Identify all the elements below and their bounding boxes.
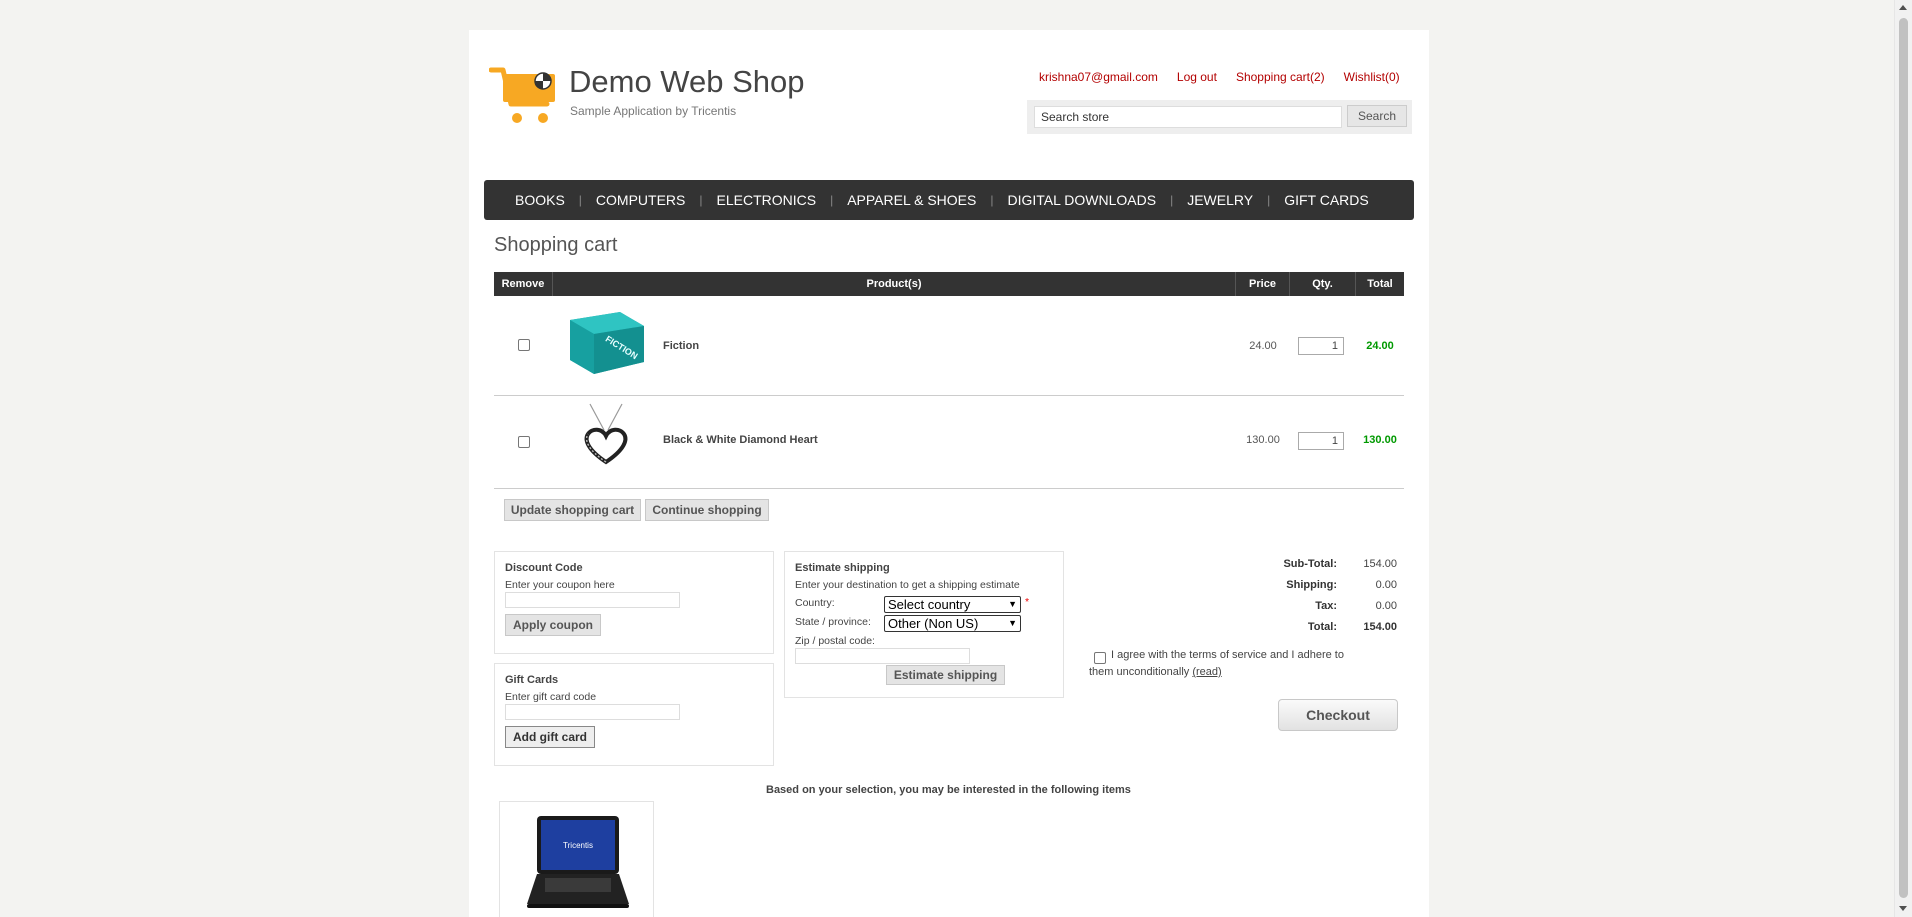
country-select-value: Select country xyxy=(888,597,971,612)
menu-separator: | xyxy=(990,193,994,207)
qty-input[interactable]: 1 xyxy=(1298,337,1344,355)
scrollbar-thumb[interactable] xyxy=(1899,18,1908,898)
cart-row: FICTION Fiction 24.00 1 24.00 xyxy=(494,296,1404,396)
unit-price: 130.00 xyxy=(1246,434,1280,446)
page-scrollbar[interactable] xyxy=(1894,0,1912,917)
shipping-value: 0.00 xyxy=(1375,579,1397,591)
terms-text: I agree with the terms of service and I … xyxy=(1089,647,1369,681)
menu-separator: | xyxy=(1170,193,1174,207)
discount-title: Discount Code xyxy=(505,562,583,574)
state-label: State / province: xyxy=(795,616,871,628)
country-label: Country: xyxy=(795,597,835,609)
menu-electronics[interactable]: ELECTRONICS xyxy=(717,192,817,208)
wishlist-link[interactable]: Wishlist(0) xyxy=(1344,70,1400,84)
cart-row: Black & White Diamond Heart 130.00 1 130… xyxy=(494,396,1404,489)
site-subtitle: Sample Application by Tricentis xyxy=(570,104,737,118)
menu-separator: | xyxy=(578,193,582,207)
total-value: 154.00 xyxy=(1363,621,1397,633)
menu-books[interactable]: BOOKS xyxy=(515,192,565,208)
qty-input[interactable]: 1 xyxy=(1298,432,1344,450)
giftcard-input[interactable] xyxy=(505,704,680,720)
add-giftcard-button[interactable]: Add gift card xyxy=(505,726,595,748)
cart-logo-icon[interactable] xyxy=(488,66,557,131)
logout-link[interactable]: Log out xyxy=(1177,70,1217,84)
chevron-down-icon: ▼ xyxy=(1008,618,1017,628)
remove-checkbox[interactable] xyxy=(518,339,530,351)
scroll-up-icon[interactable] xyxy=(1899,5,1907,10)
discount-box: Discount Code Enter your coupon here App… xyxy=(494,551,774,654)
state-select[interactable]: Other (Non US) ▼ xyxy=(884,615,1021,632)
total-label: Total: xyxy=(1307,621,1337,633)
giftcard-box: Gift Cards Enter gift card code Add gift… xyxy=(494,663,774,766)
zip-input[interactable] xyxy=(795,648,970,664)
shopping-cart-link[interactable]: Shopping cart(2) xyxy=(1236,70,1325,84)
search-input[interactable]: Search store xyxy=(1034,106,1342,128)
diamond-heart-image[interactable] xyxy=(578,402,634,473)
required-mark: * xyxy=(1025,596,1030,608)
country-select[interactable]: Select country ▼ xyxy=(884,596,1021,613)
row-subtotal: 24.00 xyxy=(1366,340,1394,352)
terms-read-link[interactable]: (read) xyxy=(1192,666,1221,678)
account-link[interactable]: krishna07@gmail.com xyxy=(1039,70,1158,84)
update-cart-button[interactable]: Update shopping cart xyxy=(504,499,641,521)
giftcard-hint: Enter gift card code xyxy=(505,691,597,703)
state-select-value: Other (Non US) xyxy=(888,616,979,631)
page-title: Shopping cart xyxy=(494,234,618,256)
discount-hint: Enter your coupon here xyxy=(505,579,615,591)
remove-checkbox[interactable] xyxy=(518,436,530,448)
subtotal-value: 154.00 xyxy=(1363,558,1397,570)
search-box: Search store Search xyxy=(1027,100,1412,134)
menu-separator: | xyxy=(699,193,703,207)
header-links: krishna07@gmail.com Log out Shopping cart(… xyxy=(1039,70,1400,84)
col-price: Price xyxy=(1236,272,1290,296)
top-menu: BOOKS | COMPUTERS | ELECTRONICS | APPARE… xyxy=(484,180,1414,220)
scroll-down-icon[interactable] xyxy=(1899,906,1907,911)
estimate-shipping-button[interactable]: Estimate shipping xyxy=(886,665,1005,685)
menu-computers[interactable]: COMPUTERS xyxy=(596,192,685,208)
fiction-book-image[interactable]: FICTION xyxy=(568,310,646,381)
apply-coupon-button[interactable]: Apply coupon xyxy=(505,614,601,636)
menu-separator: | xyxy=(830,193,834,207)
laptop-image[interactable]: Tricentis xyxy=(525,814,631,917)
product-name-link[interactable]: Fiction xyxy=(663,340,699,352)
site-title[interactable]: Demo Web Shop xyxy=(569,64,805,100)
chevron-down-icon: ▼ xyxy=(1008,599,1017,609)
checkout-button[interactable]: Checkout xyxy=(1278,699,1398,731)
col-remove: Remove xyxy=(494,272,553,296)
shipping-hint: Enter your destination to get a shipping… xyxy=(795,579,1020,591)
giftcard-title: Gift Cards xyxy=(505,674,559,686)
row-subtotal: 130.00 xyxy=(1363,434,1397,446)
search-button[interactable]: Search xyxy=(1347,105,1407,127)
master-wrapper: Demo Web Shop Sample Application by Tric… xyxy=(469,30,1429,917)
subtotal-label: Sub-Total: xyxy=(1283,558,1337,570)
col-products: Product(s) xyxy=(553,272,1236,296)
menu-gift-cards[interactable]: GIFT CARDS xyxy=(1284,192,1369,208)
menu-apparel-shoes[interactable]: APPAREL & SHOES xyxy=(847,192,976,208)
shipping-label: Shipping: xyxy=(1286,579,1337,591)
continue-shopping-button[interactable]: Continue shopping xyxy=(645,499,769,521)
unit-price: 24.00 xyxy=(1249,340,1277,352)
crosssell-title: Based on your selection, you may be inte… xyxy=(766,784,1131,796)
shipping-box: Estimate shipping Enter your destination… xyxy=(784,551,1064,698)
tax-value: 0.00 xyxy=(1375,600,1397,612)
tax-label: Tax: xyxy=(1315,600,1337,612)
zip-label: Zip / postal code: xyxy=(795,635,875,647)
crosssell-product: Tricentis xyxy=(499,801,654,917)
col-qty: Qty. xyxy=(1290,272,1356,296)
menu-digital-downloads[interactable]: DIGITAL DOWNLOADS xyxy=(1008,192,1157,208)
svg-text:Tricentis: Tricentis xyxy=(563,841,593,850)
menu-separator: | xyxy=(1267,193,1271,207)
cart-table-header: Remove Product(s) Price Qty. Total xyxy=(494,272,1404,296)
coupon-input[interactable] xyxy=(505,592,680,608)
menu-jewelry[interactable]: JEWELRY xyxy=(1187,192,1253,208)
shipping-title: Estimate shipping xyxy=(795,562,890,574)
col-total: Total xyxy=(1367,278,1393,290)
product-name-link[interactable]: Black & White Diamond Heart xyxy=(663,434,818,446)
